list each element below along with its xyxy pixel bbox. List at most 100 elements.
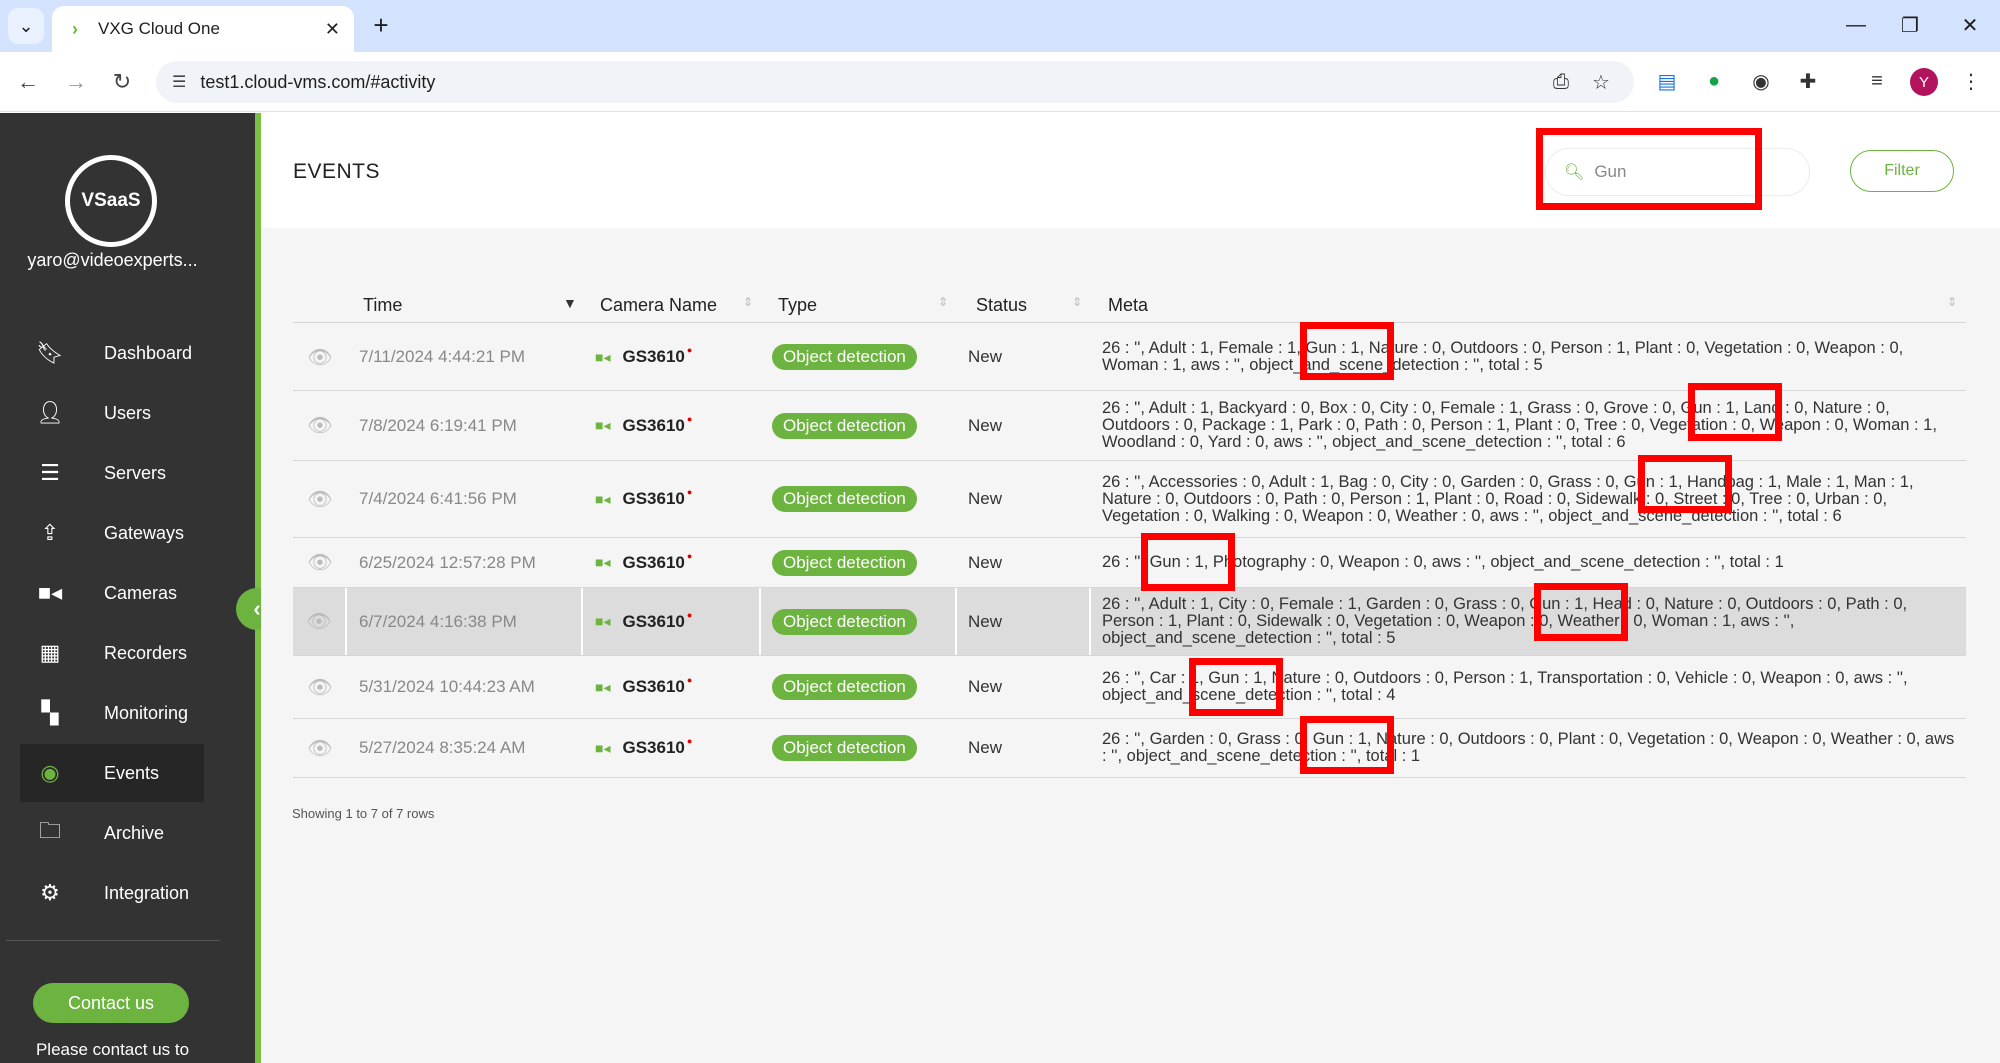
sort-icon[interactable]: ⇕ — [1072, 295, 1082, 309]
time-cell: 6/25/2024 12:57:28 PM — [347, 538, 583, 587]
column-header-meta[interactable]: Meta — [1108, 295, 1148, 316]
sidebar-item-label: Users — [104, 402, 152, 423]
camera-cell: ■◂ GS3610 ● — [583, 461, 761, 537]
site-info-icon[interactable]: ☰ — [172, 72, 186, 92]
restore-icon[interactable]: ❐ — [1890, 8, 1930, 42]
meta-cell: 26 : '', Accessories : 0, Adult : 1, Bag… — [1091, 461, 1966, 537]
view-cell: 👁︎ — [293, 324, 347, 390]
forward-arrow-icon[interactable]: → — [60, 66, 92, 98]
reload-icon[interactable]: ↻ — [106, 66, 138, 98]
close-icon[interactable]: ✕ — [325, 19, 340, 40]
user-email[interactable]: yaro@videoexperts... — [0, 250, 225, 271]
recorder-icon: ▦ — [39, 640, 61, 665]
tab-search-icon[interactable]: ⌄ — [8, 8, 44, 44]
eye-icon[interactable]: 👁︎ — [307, 736, 332, 761]
sidebar-item-dashboard[interactable]: 🔖︎ Dashboard — [20, 324, 204, 382]
status-text: New — [968, 738, 1003, 757]
meta-cell: 26 : '', Adult : 1, City : 0, Female : 1… — [1091, 588, 1966, 655]
video-camera-icon: ■◂ — [595, 554, 611, 570]
column-header-status[interactable]: Status — [976, 295, 1027, 316]
browser-toolbar: ← → ↻ ☰ test1.cloud-vms.com/#activity ⎙ … — [0, 52, 2000, 112]
extension-shield-icon[interactable]: ◉ — [1746, 66, 1776, 96]
eye-icon[interactable]: 👁︎ — [307, 675, 332, 700]
column-header-time[interactable]: Time — [363, 295, 402, 316]
address-bar[interactable]: ☰ test1.cloud-vms.com/#activity ⎙ ☆ — [156, 61, 1634, 103]
camera-name[interactable]: ■◂ GS3610 ● — [595, 414, 692, 436]
sidebar-item-recorders[interactable]: ▦ Recorders — [20, 624, 204, 682]
filter-button[interactable]: Filter — [1850, 150, 1954, 192]
view-cell: 👁︎ — [293, 391, 347, 460]
camera-name[interactable]: ■◂ GS3610 ● — [595, 736, 692, 758]
sort-desc-icon[interactable]: ▼ — [563, 295, 577, 311]
sidebar-item-cameras[interactable]: ■◂ Cameras — [20, 564, 204, 622]
sidebar-item-users[interactable]: 👤︎ Users — [20, 384, 204, 442]
browser-tabbar: ⌄ › VXG Cloud One ✕ + — ❐ ✕ — [0, 0, 2000, 52]
eye-icon[interactable]: 👁︎ — [307, 550, 332, 575]
eye-icon[interactable]: 👁︎ — [307, 345, 332, 370]
camera-cell: ■◂ GS3610 ● — [583, 719, 761, 777]
media-control-icon[interactable]: ≡ — [1862, 66, 1892, 96]
sidebar-item-integration[interactable]: ⚙ Integration — [20, 864, 204, 922]
eye-icon[interactable]: 👁︎ — [306, 609, 331, 634]
back-arrow-icon[interactable]: ← — [12, 66, 44, 98]
sort-icon[interactable]: ⇕ — [743, 295, 753, 309]
sidebar-item-gateways[interactable]: ⇪ Gateways — [20, 504, 204, 562]
table-row[interactable]: 👁︎ 5/27/2024 8:35:24 AM ■◂ GS3610 ● Object de… — [293, 719, 1966, 778]
sidebar-item-events[interactable]: ◉ Events — [20, 744, 204, 802]
camera-cell: ■◂ GS3610 ● — [583, 656, 761, 718]
sort-icon[interactable]: ⇕ — [1947, 295, 1957, 309]
contact-us-button[interactable]: Contact us — [33, 983, 189, 1023]
gun-highlight-box — [1141, 533, 1235, 591]
sort-icon[interactable]: ⇕ — [938, 295, 948, 309]
minimize-icon[interactable]: — — [1836, 8, 1876, 42]
gun-highlight-box — [1300, 716, 1394, 774]
camera-name[interactable]: ■◂ GS3610 ● — [595, 345, 693, 367]
gun-highlight-box — [1534, 583, 1628, 641]
bookmark-star-icon[interactable]: ☆ — [1586, 67, 1616, 97]
more-menu-icon[interactable]: ⋮ — [1956, 66, 1986, 96]
browser-tab[interactable]: › VXG Cloud One ✕ — [52, 6, 354, 52]
window-close-icon[interactable]: ✕ — [1950, 8, 1990, 42]
table-row[interactable]: 👁︎ 6/7/2024 4:16:38 PM ■◂ GS3610 ● Object det… — [293, 588, 1966, 656]
sidebar-divider — [6, 940, 220, 941]
new-tab-icon[interactable]: + — [366, 10, 396, 40]
table-row[interactable]: 👁︎ 7/11/2024 4:44:21 PM ■◂ GS3610 ● Object de… — [293, 324, 1966, 391]
time-cell: 7/4/2024 6:41:56 PM — [347, 461, 583, 537]
sidebar-item-archive[interactable]: 🗀︎ Archive — [20, 804, 204, 862]
puzzle-icon[interactable]: ✚ — [1793, 66, 1823, 96]
status-cell: New — [957, 656, 1091, 718]
logo: VSaaS — [65, 155, 157, 247]
sidebar-item-servers[interactable]: ☰ Servers — [20, 444, 204, 502]
grammarly-icon[interactable]: ● — [1699, 66, 1729, 96]
meta-text: 26 : '', Accessories : 0, Adult : 1, Bag… — [1102, 472, 1914, 525]
type-cell: Object detection — [761, 588, 957, 655]
eye-icon[interactable]: 👁︎ — [307, 413, 332, 438]
url-text: test1.cloud-vms.com/#activity — [200, 71, 436, 92]
table-row[interactable]: 👁︎ 5/31/2024 10:44:23 AM ■◂ GS3610 ● Object d… — [293, 656, 1966, 719]
camera-name[interactable]: ■◂ GS3610 ● — [595, 487, 693, 509]
offline-dot-icon: ● — [686, 487, 693, 497]
status-text: New — [968, 611, 1003, 631]
camera-name[interactable]: ■◂ GS3610 ● — [595, 551, 692, 573]
sidebar-item-monitoring[interactable]: ▚ Monitoring — [20, 684, 204, 742]
meta-cell: 26 : '', Adult : 1, Backyard : 0, Box : … — [1091, 391, 1966, 460]
event-time: 7/11/2024 4:44:21 PM — [359, 347, 526, 366]
video-camera-icon: ■◂ — [595, 678, 611, 695]
eye-icon[interactable]: 👁︎ — [307, 487, 332, 512]
camera-name[interactable]: ■◂ GS3610 ● — [595, 675, 692, 697]
offline-dot-icon: ● — [686, 345, 693, 355]
column-header-camera[interactable]: Camera Name — [600, 295, 717, 316]
meta-text: 26 : '', Adult : 1, Female : 1, Gun : 1,… — [1102, 339, 1904, 374]
column-header-type[interactable]: Type — [778, 295, 817, 316]
install-app-icon[interactable]: ⎙ — [1546, 67, 1576, 97]
type-badge: Object detection — [772, 344, 917, 370]
extension-icon[interactable]: ▤ — [1652, 66, 1682, 96]
camera-name[interactable]: ■◂ GS3610 ● — [595, 610, 692, 632]
view-cell: 👁︎ — [293, 538, 347, 587]
page-title: EVENTS — [293, 160, 381, 183]
profile-avatar[interactable]: Y — [1910, 68, 1938, 96]
sidebar-item-label: Integration — [104, 882, 190, 903]
time-cell: 7/8/2024 6:19:41 PM — [347, 391, 583, 460]
time-cell: 6/7/2024 4:16:38 PM — [347, 588, 583, 655]
table-row[interactable]: 👁︎ 6/25/2024 12:57:28 PM ■◂ GS3610 ● Object d… — [293, 538, 1966, 588]
